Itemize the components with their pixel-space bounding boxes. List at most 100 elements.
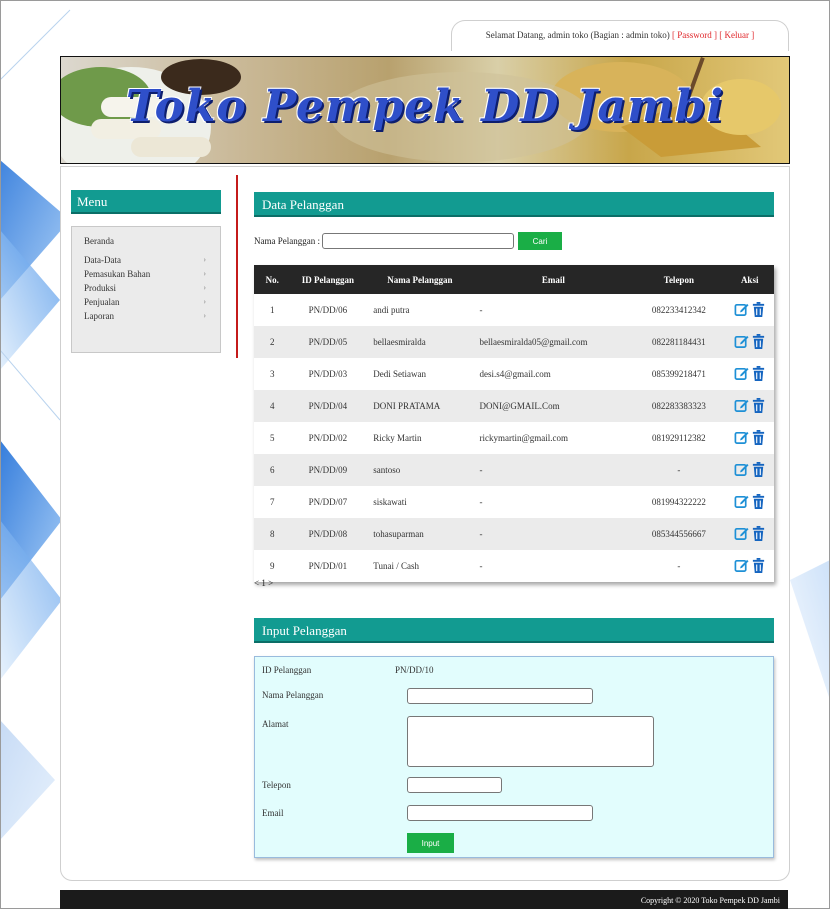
cell-telepon: 081994322222 <box>632 486 726 518</box>
site-title: Toko Pempek DD Jambi <box>125 81 725 132</box>
id-label: ID Pelanggan <box>262 665 312 675</box>
column-header-telepon: Telepon <box>632 265 726 294</box>
cell-id: PN/DD/02 <box>290 422 366 454</box>
chevron-right-icon: › <box>203 269 206 278</box>
edit-icon[interactable] <box>734 526 749 543</box>
column-header-no: No. <box>254 265 291 294</box>
edit-icon[interactable] <box>734 558 749 575</box>
cell-id: PN/DD/03 <box>290 358 366 390</box>
table-row: 8 PN/DD/08 tohasuparman -085344556667 <box>254 518 774 550</box>
table-row: 2 PN/DD/05 bellaesmiralda bellaesmiralda05@… <box>254 326 774 358</box>
sidebar-item-beranda[interactable]: Beranda <box>72 234 220 248</box>
table-row: 7 PN/DD/07 siskawati -081994322222 <box>254 486 774 518</box>
edit-icon[interactable] <box>734 462 749 479</box>
cell-aksi <box>725 358 774 390</box>
input-form: ID Pelanggan PN/DD/10 Nama Pelanggan Ala… <box>254 656 774 858</box>
trash-icon[interactable] <box>752 493 765 511</box>
cell-nama: Ricky Martin <box>365 422 476 454</box>
cell-nama: andi putra <box>365 294 476 326</box>
cell-telepon: 082281184431 <box>632 326 726 358</box>
sidebar-item-label: Data-Data <box>84 255 121 265</box>
trash-icon[interactable] <box>752 525 765 543</box>
logout-link[interactable]: [ Keluar ] <box>719 30 754 40</box>
cell-email: desi.s4@gmail.com <box>475 358 633 390</box>
cell-id: PN/DD/07 <box>290 486 366 518</box>
chevron-right-icon: › <box>203 297 206 306</box>
edit-icon[interactable] <box>734 302 749 319</box>
cell-no: 1 <box>254 294 291 326</box>
sidebar-item-produksi[interactable]: Produksi › <box>72 281 220 295</box>
cell-no: 3 <box>254 358 291 390</box>
cell-aksi <box>725 550 774 582</box>
cell-no: 6 <box>254 454 291 486</box>
cell-id: PN/DD/09 <box>290 454 366 486</box>
edit-icon[interactable] <box>734 430 749 447</box>
trash-icon[interactable] <box>752 301 765 319</box>
cell-aksi <box>725 326 774 358</box>
alamat-label: Alamat <box>262 719 289 729</box>
trash-icon[interactable] <box>752 461 765 479</box>
cell-id: PN/DD/08 <box>290 518 366 550</box>
alamat-field[interactable] <box>407 716 654 767</box>
trash-icon[interactable] <box>752 429 765 447</box>
cell-no: 4 <box>254 390 291 422</box>
nama-label: Nama Pelanggan <box>262 690 324 700</box>
trash-icon[interactable] <box>752 333 765 351</box>
telepon-field[interactable] <box>407 777 502 793</box>
cell-id: PN/DD/01 <box>290 550 366 582</box>
cell-telepon: 085399218471 <box>632 358 726 390</box>
table-row: 5 PN/DD/02 Ricky Martin rickymartin@gmail.c… <box>254 422 774 454</box>
cell-telepon: 085344556667 <box>632 518 726 550</box>
edit-icon[interactable] <box>734 494 749 511</box>
edit-icon[interactable] <box>734 366 749 383</box>
sidebar-item-penjualan[interactable]: Penjualan › <box>72 295 220 309</box>
cell-id: PN/DD/05 <box>290 326 366 358</box>
trash-icon[interactable] <box>752 557 765 575</box>
table-row: 6 PN/DD/09 santoso - - <box>254 454 774 486</box>
input-section-title: Input Pelanggan <box>254 618 774 643</box>
welcome-text: Selamat Datang, admin toko (Bagian : adm… <box>485 30 670 40</box>
cell-email: - <box>475 294 633 326</box>
id-value: PN/DD/10 <box>395 665 434 675</box>
pagination[interactable]: < 1 > <box>254 578 273 588</box>
trash-icon[interactable] <box>752 397 765 415</box>
cell-no: 7 <box>254 486 291 518</box>
email-field[interactable] <box>407 805 593 821</box>
cell-no: 2 <box>254 326 291 358</box>
input-button[interactable]: Input <box>407 833 454 853</box>
sidebar-menu: Beranda Data-Data › Pemasukan Bahan › Pr… <box>71 226 221 353</box>
edit-icon[interactable] <box>734 334 749 351</box>
search-button[interactable]: Cari <box>517 232 562 250</box>
table-row: 3 PN/DD/03 Dedi Setiawan desi.s4@gmail.com 0… <box>254 358 774 390</box>
table-row: 9 PN/DD/01 Tunai / Cash - - <box>254 550 774 582</box>
sidebar-item-laporan[interactable]: Laporan › <box>72 309 220 323</box>
sidebar-item-data-data[interactable]: Data-Data › <box>72 253 220 267</box>
cell-aksi <box>725 454 774 486</box>
cell-aksi <box>725 486 774 518</box>
trash-icon[interactable] <box>752 365 765 383</box>
site-banner: Toko Pempek DD Jambi <box>60 56 790 164</box>
column-header-nama: Nama Pelanggan <box>365 265 476 294</box>
cell-no: 8 <box>254 518 291 550</box>
column-header-id: ID Pelanggan <box>290 265 366 294</box>
sidebar-item-label: Laporan <box>84 311 114 321</box>
nama-field[interactable] <box>407 688 593 704</box>
edit-icon[interactable] <box>734 398 749 415</box>
cell-email: rickymartin@gmail.com <box>475 422 633 454</box>
cell-email: bellaesmiralda05@gmail.com <box>475 326 633 358</box>
customer-table: No. ID Pelanggan Nama Pelanggan Email Te… <box>254 265 774 582</box>
sidebar-item-label: Penjualan <box>84 297 120 307</box>
cell-nama: siskawati <box>365 486 476 518</box>
cell-email: - <box>475 486 633 518</box>
column-header-aksi: Aksi <box>725 265 774 294</box>
cell-no: 5 <box>254 422 291 454</box>
welcome-bar: Selamat Datang, admin toko (Bagian : adm… <box>451 20 789 51</box>
cell-telepon: 081929112382 <box>632 422 726 454</box>
table-row: 1 PN/DD/06 andi putra -082233412342 <box>254 294 774 326</box>
search-input[interactable] <box>321 233 514 249</box>
cell-nama: DONI PRATAMA <box>365 390 476 422</box>
password-link[interactable]: [ Password ] <box>672 30 717 40</box>
cell-telepon: 082283383323 <box>632 390 726 422</box>
cell-aksi <box>725 390 774 422</box>
sidebar-item-pemasukan-bahan[interactable]: Pemasukan Bahan › <box>72 267 220 281</box>
